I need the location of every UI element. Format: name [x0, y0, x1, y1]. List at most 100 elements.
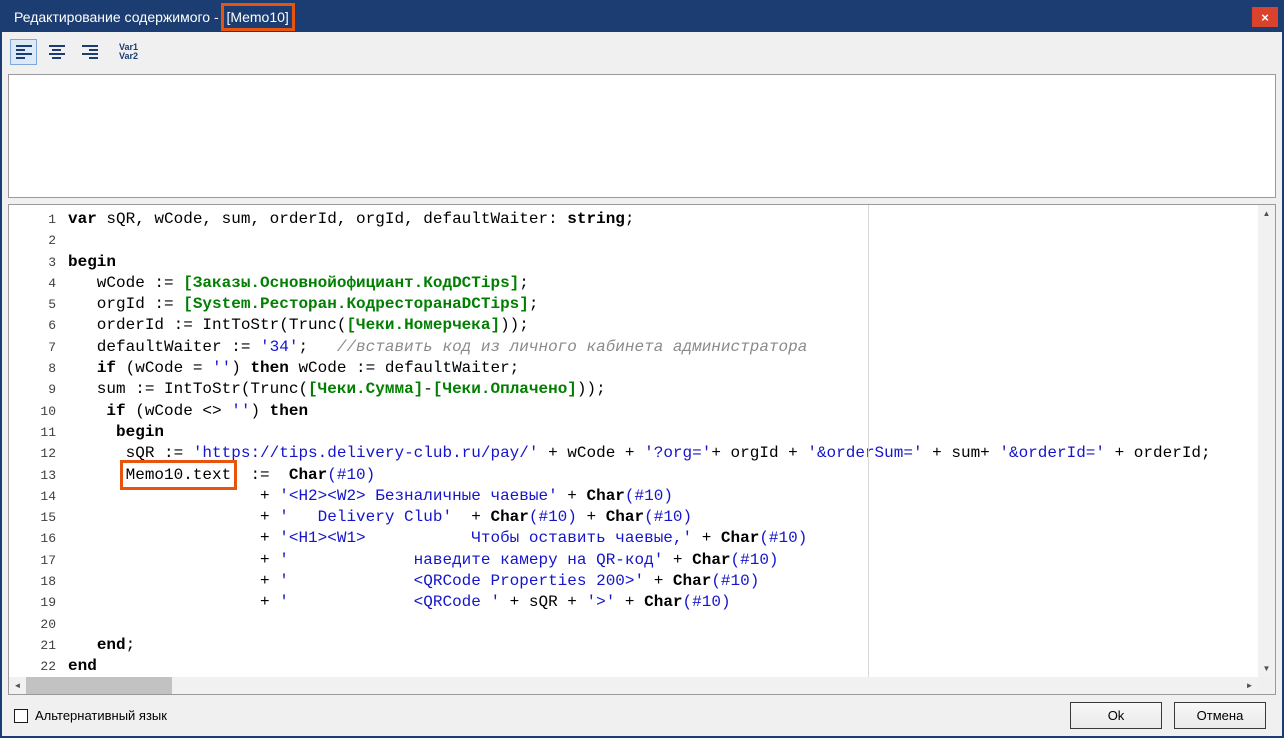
- variables-button[interactable]: Var1 Var2: [119, 43, 138, 61]
- title-bar[interactable]: Редактирование содержимого - [Memo10] ×: [2, 2, 1282, 32]
- line-number: 12: [9, 443, 60, 464]
- code-token: ;: [625, 210, 635, 228]
- code-line: if (wCode <> '') then: [68, 401, 1258, 422]
- code-token: orderId := IntToStr(Trunc(: [68, 316, 346, 334]
- code-token: -: [423, 380, 433, 398]
- align-right-icon: [82, 45, 98, 59]
- code-token: orgId :=: [68, 295, 183, 313]
- code-token: +: [558, 487, 587, 505]
- code-token: '&orderSum=': [807, 444, 922, 462]
- line-number: 6: [9, 315, 60, 336]
- code-token: Char: [692, 551, 730, 569]
- code-line: var sQR, wCode, sum, orderId, orgId, def…: [68, 209, 1258, 230]
- code-token: (#10): [327, 466, 375, 484]
- code-token: (#10): [683, 593, 731, 611]
- code-token: +: [68, 508, 279, 526]
- code-token: (wCode <>: [126, 402, 232, 420]
- align-left-button[interactable]: [10, 39, 37, 65]
- scrollbar-corner: [1258, 677, 1275, 694]
- ok-button[interactable]: Ok: [1070, 702, 1162, 729]
- code-token: [68, 636, 97, 654]
- close-button[interactable]: ×: [1252, 7, 1278, 27]
- code-token: '': [231, 402, 250, 420]
- line-number: 22: [9, 656, 60, 677]
- code-token: ): [250, 402, 269, 420]
- code-token: begin: [68, 253, 116, 271]
- code-token: ' <QRCode ': [279, 593, 500, 611]
- line-number: 1: [9, 209, 60, 230]
- align-center-button[interactable]: [43, 39, 70, 65]
- line-number: 4: [9, 273, 60, 294]
- code-token: sQR :=: [68, 444, 193, 462]
- code-line: + '<H2><W2> Безналичные чаевые' + Char(#…: [68, 486, 1258, 507]
- vertical-scrollbar[interactable]: ▲ ▼: [1258, 205, 1275, 677]
- code-token: Char: [490, 508, 528, 526]
- code-token: sQR, wCode, sum, orderId, orgId, default…: [97, 210, 567, 228]
- code-line: + ' <QRCode ' + sQR + '>' + Char(#10): [68, 592, 1258, 613]
- alt-language-checkbox[interactable]: Альтернативный язык: [14, 708, 167, 723]
- line-numbers: 12345678910111213141516171819202122: [9, 205, 60, 677]
- code-token: ' Delivery Club': [279, 508, 452, 526]
- title-text: Редактирование содержимого -: [14, 9, 223, 25]
- memo10-title-highlight: [Memo10]: [227, 9, 289, 25]
- code-token: +: [663, 551, 692, 569]
- code-token: ;: [298, 338, 336, 356]
- code-token: +: [577, 508, 606, 526]
- code-token: [68, 423, 116, 441]
- code-token: ' наведите камеру на QR-код': [279, 551, 663, 569]
- code-token: Char: [606, 508, 644, 526]
- scroll-left-icon[interactable]: ◄: [9, 677, 26, 694]
- code-line: + ' <QRCode Properties 200>' + Char(#10): [68, 571, 1258, 592]
- horizontal-scroll-track[interactable]: [26, 677, 1241, 694]
- scroll-right-icon[interactable]: ►: [1241, 677, 1258, 694]
- code-token: var: [68, 210, 97, 228]
- code-token: then: [270, 402, 308, 420]
- line-number: 19: [9, 592, 60, 613]
- code-token: +: [68, 551, 279, 569]
- footer-buttons: Ok Отмена: [1070, 702, 1266, 729]
- code-line: if (wCode = '') then wCode := defaultWai…: [68, 358, 1258, 379]
- code-token: wCode :=: [68, 274, 183, 292]
- scroll-up-icon[interactable]: ▲: [1258, 205, 1275, 222]
- code-line: + '<H1><W1> Чтобы оставить чаевые,' + Ch…: [68, 528, 1258, 549]
- code-token: [Чеки.Сумма]: [308, 380, 423, 398]
- cancel-button[interactable]: Отмена: [1174, 702, 1266, 729]
- align-right-button[interactable]: [76, 39, 103, 65]
- code-token: + wCode +: [538, 444, 644, 462]
- code-token: wCode := defaultWaiter;: [289, 359, 519, 377]
- line-number: 15: [9, 507, 60, 528]
- code-token: +: [615, 593, 644, 611]
- code-token: +: [644, 572, 673, 590]
- toolbar: Var1 Var2: [2, 32, 1282, 72]
- code-token: +: [68, 593, 279, 611]
- code-token: (wCode =: [116, 359, 212, 377]
- code-editor: 12345678910111213141516171819202122 var …: [8, 204, 1276, 695]
- code-content[interactable]: var sQR, wCode, sum, orderId, orgId, def…: [60, 205, 1258, 677]
- code-token: ;: [529, 295, 539, 313]
- vertical-scroll-track[interactable]: [1258, 222, 1275, 660]
- code-token: then: [250, 359, 288, 377]
- code-token: +: [68, 572, 279, 590]
- line-number: 13: [9, 465, 60, 486]
- code-token: ): [231, 359, 250, 377]
- code-line: sQR := 'https://tips.delivery-club.ru/pa…: [68, 443, 1258, 464]
- code-token: ));: [577, 380, 606, 398]
- preview-area[interactable]: [8, 74, 1276, 198]
- checkbox-box[interactable]: [14, 709, 28, 723]
- code-token: string: [567, 210, 625, 228]
- code-line: end: [68, 656, 1258, 677]
- code-token: [Чеки.Оплачено]: [433, 380, 577, 398]
- horizontal-scroll-thumb[interactable]: [26, 677, 172, 694]
- code-token: [68, 359, 97, 377]
- line-number: 10: [9, 401, 60, 422]
- code-line: sum := IntToStr(Trunc([Чеки.Сумма]-[Чеки…: [68, 379, 1258, 400]
- horizontal-scrollbar[interactable]: ◄ ►: [9, 677, 1258, 694]
- code-token: +: [68, 529, 279, 547]
- code-token: Char: [721, 529, 759, 547]
- line-number: 2: [9, 230, 60, 251]
- scroll-down-icon[interactable]: ▼: [1258, 660, 1275, 677]
- close-icon: ×: [1261, 10, 1269, 25]
- code-token: 'https://tips.delivery-club.ru/pay/': [193, 444, 539, 462]
- code-token: +: [452, 508, 490, 526]
- line-number: 3: [9, 252, 60, 273]
